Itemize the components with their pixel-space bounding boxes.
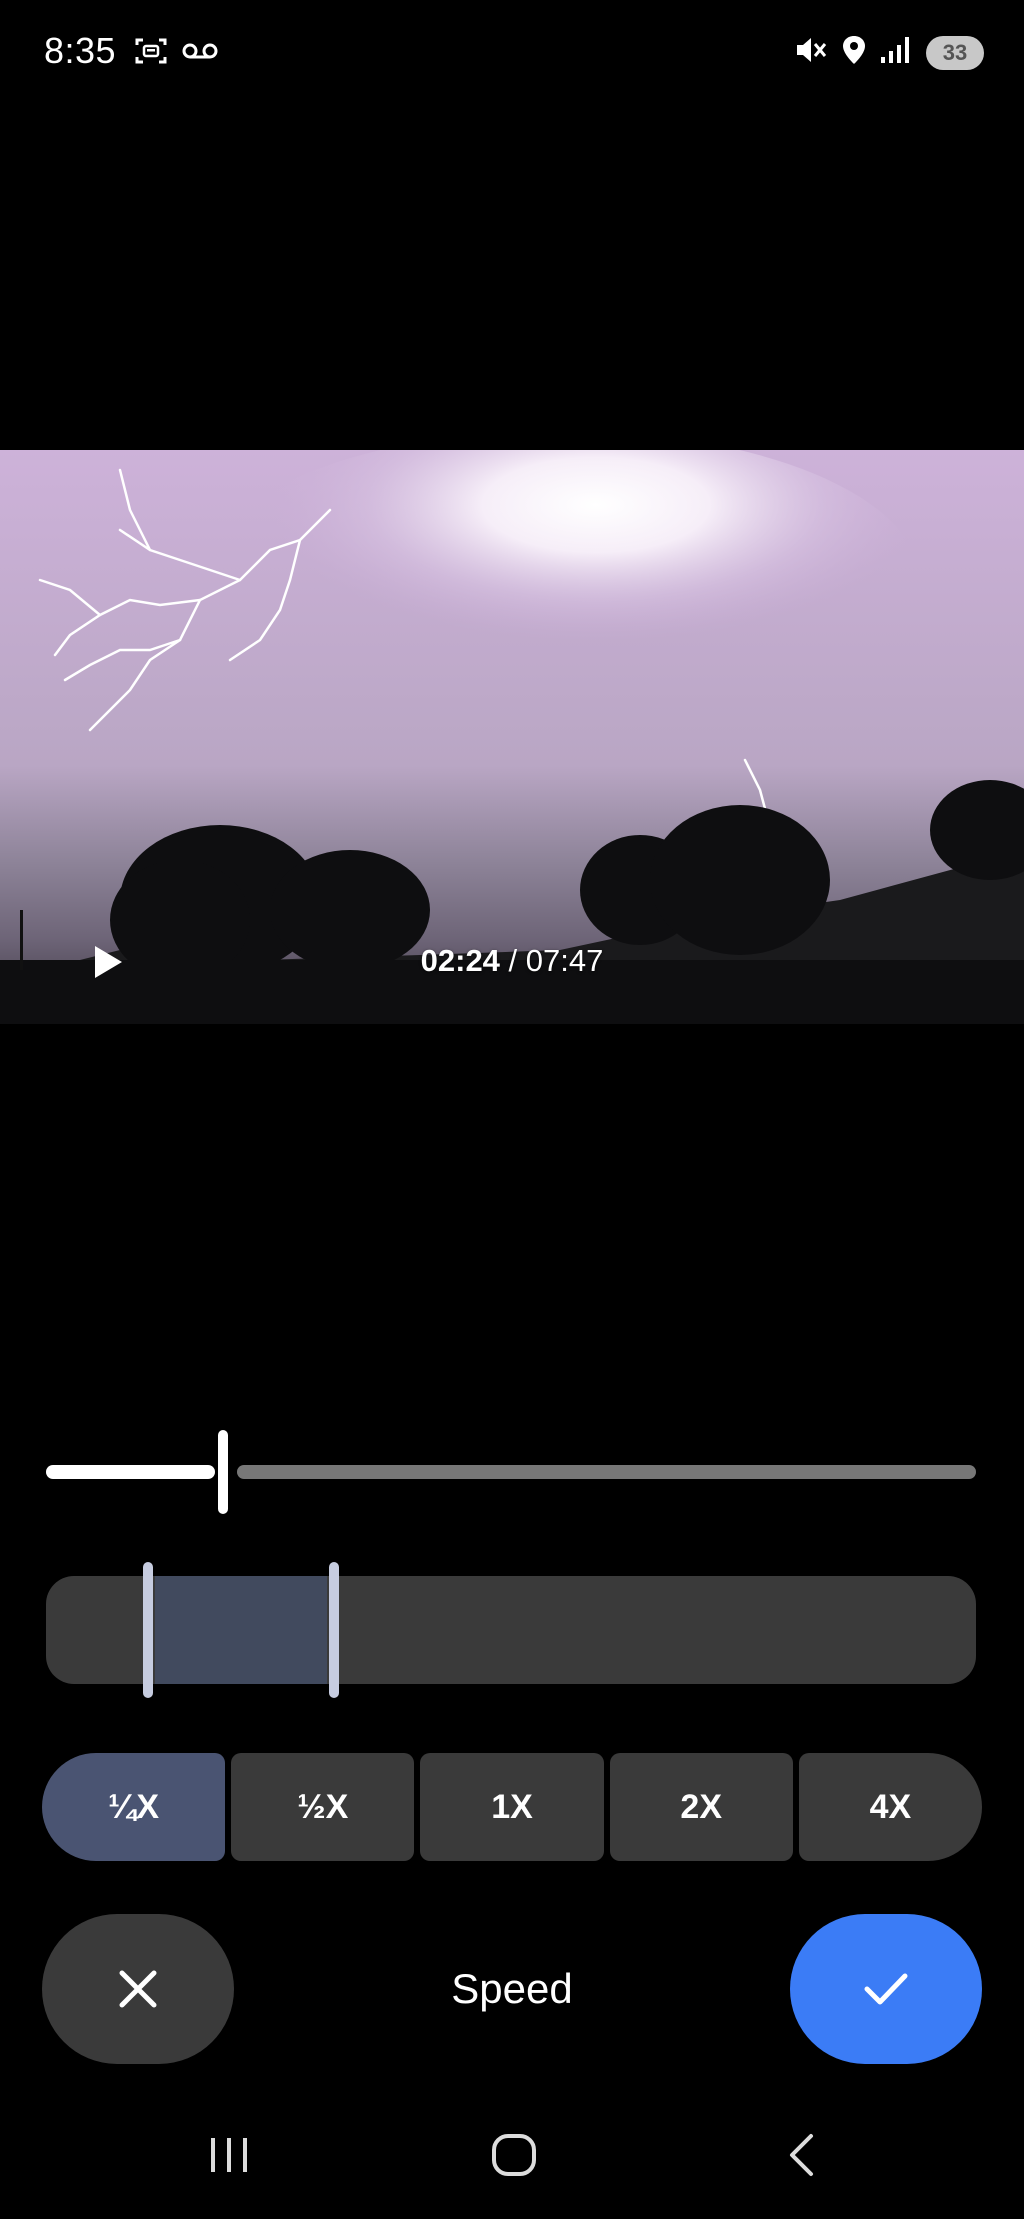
speed-quarter-button[interactable]: ¼X — [42, 1753, 226, 1861]
signal-icon — [880, 35, 912, 70]
total-time: 07:47 — [525, 943, 604, 978]
system-nav-bar — [0, 2110, 1024, 2200]
scrubber-remaining — [237, 1465, 976, 1479]
confirm-button[interactable] — [790, 1914, 982, 2064]
speed-2x-button[interactable]: 2X — [609, 1753, 793, 1861]
recents-button[interactable] — [184, 2110, 274, 2200]
video-timecode: 02:24 / 07:47 — [0, 943, 1024, 979]
voicemail-icon — [182, 41, 218, 66]
location-icon — [842, 34, 866, 71]
speed-options: ¼X ½X 1X 2X 4X — [42, 1753, 983, 1861]
range-start-handle[interactable] — [143, 1562, 153, 1698]
scrubber-played — [46, 1465, 215, 1479]
time-separator: / — [499, 943, 526, 978]
back-button[interactable] — [756, 2110, 846, 2200]
mute-vibrate-icon — [794, 34, 828, 71]
range-end-handle[interactable] — [329, 1562, 339, 1698]
video-preview[interactable] — [0, 450, 1024, 1024]
speed-half-button[interactable]: ½X — [231, 1753, 415, 1861]
scrubber-handle[interactable] — [218, 1430, 228, 1514]
speed-4x-button[interactable]: 4X — [798, 1753, 983, 1861]
screenshot-icon — [134, 36, 168, 71]
status-right-icons: 33 — [794, 34, 984, 71]
check-icon — [864, 1973, 908, 2005]
home-icon — [492, 2134, 536, 2176]
video-frame-image — [0, 450, 1024, 1024]
status-time: 8:35 — [44, 30, 117, 71]
recents-icon — [211, 2138, 247, 2172]
speed-range-selected[interactable] — [155, 1576, 327, 1684]
playback-scrubber[interactable] — [46, 1430, 976, 1514]
back-icon — [790, 2134, 813, 2176]
speed-1x-button[interactable]: 1X — [420, 1753, 604, 1861]
battery-indicator: 33 — [926, 35, 984, 70]
status-left-icons — [134, 36, 218, 71]
home-button[interactable] — [469, 2110, 559, 2200]
current-time: 02:24 — [420, 943, 500, 978]
status-bar: 8:35 33 — [0, 0, 1024, 100]
